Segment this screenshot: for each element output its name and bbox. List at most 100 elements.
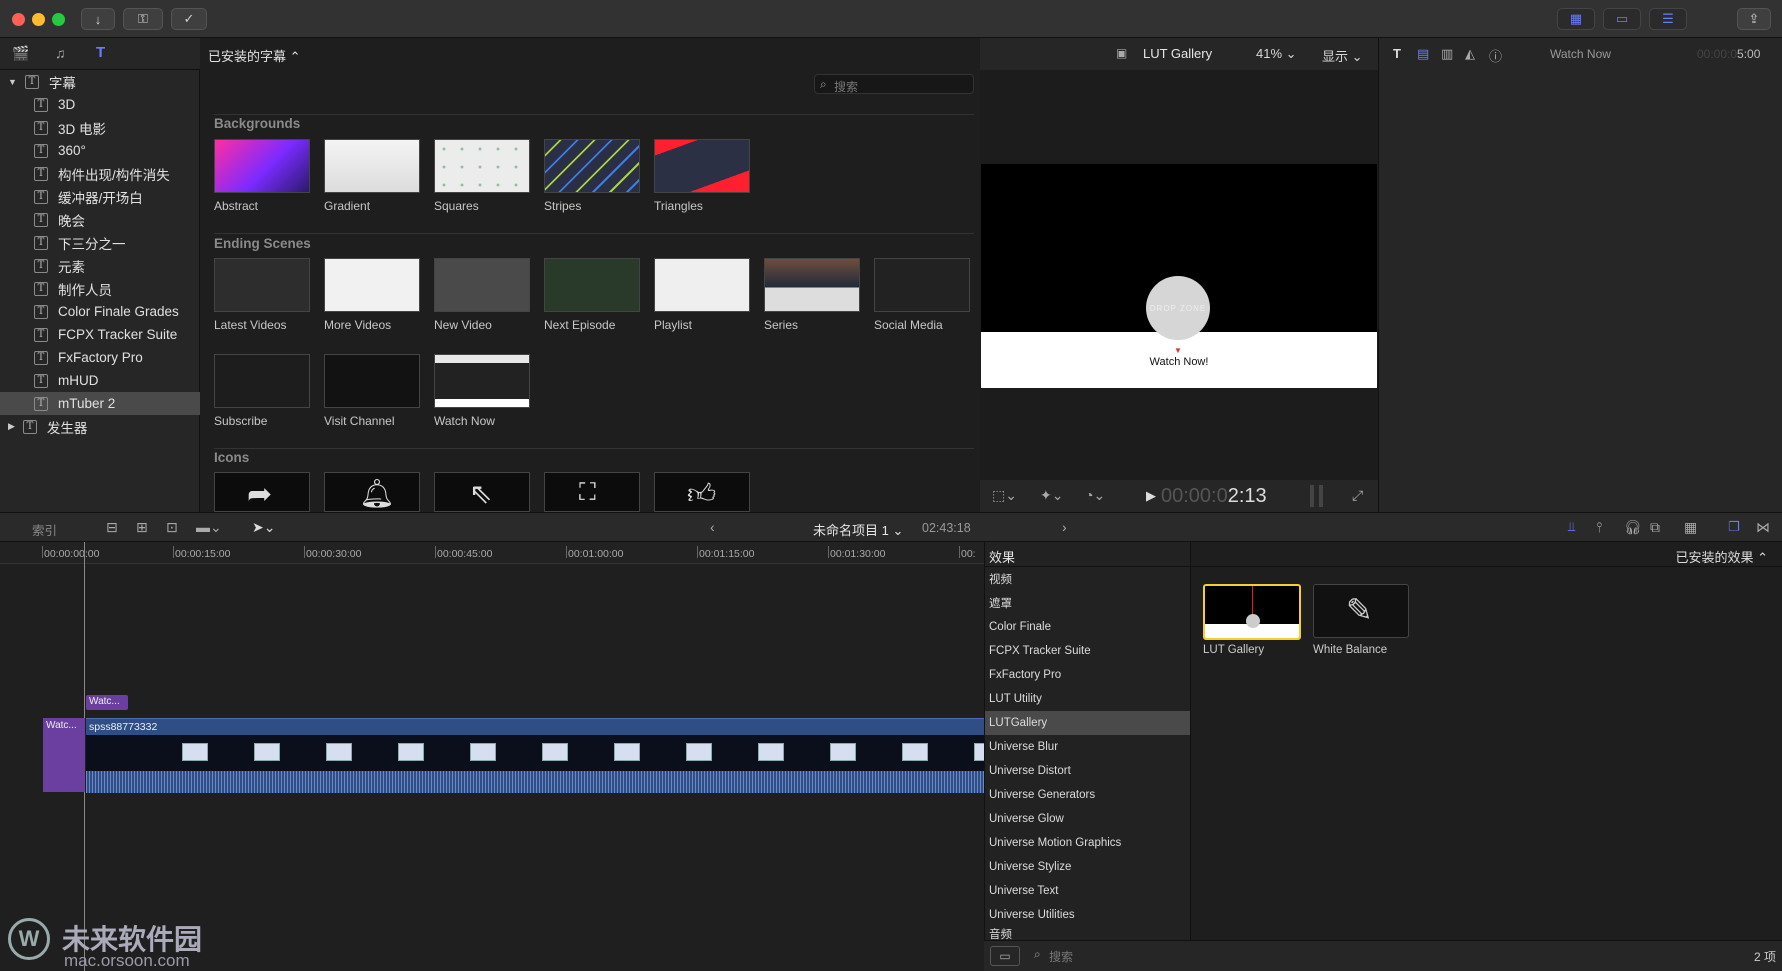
forward-arrow-icon[interactable]: › <box>1062 519 1067 535</box>
transitions-icon[interactable]: ⋈ <box>1756 519 1770 536</box>
timeline-ruler[interactable]: 00:00:00:00 00:00:15:00 00:00:30:00 00:00:4… <box>0 542 984 564</box>
photos-audio-icon[interactable]: ♫ <box>55 45 66 61</box>
effects-category-item[interactable]: Color Finale <box>985 615 1191 639</box>
effects-category-item[interactable]: 视频 <box>985 567 1191 591</box>
view-menu[interactable]: 显示 ⌄ <box>1322 46 1363 65</box>
play-icon[interactable]: ▶ <box>1146 488 1156 504</box>
video-inspector-icon[interactable]: ▥ <box>1441 46 1453 62</box>
select-tool-icon[interactable]: ➤⌄ <box>252 519 275 536</box>
title-thumbnail[interactable] <box>434 258 530 312</box>
effects-category-item[interactable]: Universe Generators <box>985 783 1191 807</box>
info-icon[interactable]: ⓘ <box>1489 46 1502 65</box>
share-button[interactable]: ⇪ <box>1737 8 1771 30</box>
keyword-button[interactable]: ⚿ <box>123 8 163 30</box>
title-thumbnail[interactable] <box>214 258 310 312</box>
icon-thumb[interactable]: 🔔︎ <box>324 472 420 512</box>
insert-clip-icon[interactable]: ⊞ <box>136 519 148 536</box>
timeline[interactable]: 00:00:00:00 00:00:15:00 00:00:30:00 00:00:4… <box>0 542 1144 971</box>
clip-appearance-icon[interactable]: ▦ <box>1684 519 1697 536</box>
title-thumbnail[interactable] <box>764 258 860 312</box>
import-button[interactable]: ↓ <box>81 8 115 30</box>
sidebar-item[interactable]: T 制作人员 <box>0 277 200 300</box>
installed-effects-menu[interactable]: 已安装的效果 ⌃ <box>1675 547 1768 566</box>
sidebar-item[interactable]: T 缓冲器/开场白 <box>0 185 200 208</box>
zoom-window-button[interactable] <box>52 13 65 26</box>
disclosure-closed-icon[interactable]: ▶ <box>8 421 15 432</box>
title-thumbnail[interactable] <box>544 258 640 312</box>
sidebar-item[interactable]: T 构件出现/构件消失 <box>0 162 200 185</box>
drop-zone[interactable]: DROP ZONE <box>1146 276 1210 340</box>
skimming-icon[interactable]: ⫯ <box>1596 519 1602 536</box>
title-thumbnail[interactable] <box>544 139 640 193</box>
effects-category-item[interactable]: Universe Distort <box>985 759 1191 783</box>
effects-category-item[interactable]: Universe Glow <box>985 807 1191 831</box>
sidebar-item[interactable]: ▶ T 发生器 <box>0 415 200 438</box>
icon-thumb[interactable]: 👍︎ <box>654 472 750 512</box>
index-button[interactable]: 索引 <box>32 520 57 539</box>
title-inspector-icon[interactable]: T <box>1393 46 1401 61</box>
effects-category-item[interactable]: Universe Motion Graphics <box>985 831 1191 855</box>
effects-browser-icon[interactable]: ❐ <box>1728 519 1740 535</box>
viewer[interactable]: DROP ZONE ▼ Watch Now! <box>980 70 1378 480</box>
sidebar-item[interactable]: T Color Finale Grades <box>0 300 200 323</box>
connect-clip-icon[interactable]: ⊟ <box>106 519 118 536</box>
sidebar-item[interactable]: TmTuber 2 <box>0 392 200 415</box>
zoom-menu[interactable]: 41% ⌄ <box>1256 46 1297 62</box>
title-thumbnail[interactable] <box>434 139 530 193</box>
sidebar-item[interactable]: T 3D <box>0 93 200 116</box>
minimize-window-button[interactable] <box>32 13 45 26</box>
title-thumbnail[interactable] <box>874 258 970 312</box>
color-inspector-icon[interactable]: ◭ <box>1465 46 1475 62</box>
sidebar-item[interactable]: TmHUD <box>0 369 200 392</box>
effect-thumb-white-balance[interactable]: ✎ <box>1313 584 1409 638</box>
title-thumbnail[interactable] <box>654 258 750 312</box>
sidebar-item[interactable]: T 3D 电影 <box>0 116 200 139</box>
title-thumbnail[interactable] <box>654 139 750 193</box>
sidebar-item[interactable]: ▼ T 字幕 <box>0 70 200 93</box>
inspector-view-button[interactable]: ☰ <box>1649 8 1687 30</box>
icon-thumb[interactable]: ➦ <box>214 472 310 512</box>
sidebar-item[interactable]: T FCPX Tracker Suite <box>0 323 200 346</box>
snapping-icon[interactable]: ⧉ <box>1650 519 1660 536</box>
icon-thumb[interactable]: ⛶ <box>544 472 640 512</box>
title-thumbnail[interactable] <box>434 354 530 408</box>
effects-search-field[interactable]: 搜索 <box>1049 948 1073 965</box>
background-tasks-button[interactable]: ✓ <box>171 8 207 30</box>
text-inspector-icon[interactable]: ▤ <box>1417 46 1429 62</box>
title-thumbnail[interactable] <box>324 258 420 312</box>
effects-category-item[interactable]: 音频 <box>985 927 1191 941</box>
sidebar-item[interactable]: T 元素 <box>0 254 200 277</box>
sidebar-item[interactable]: T 360° <box>0 139 200 162</box>
library-title-menu[interactable]: 已安装的字幕 ⌃ <box>208 46 301 65</box>
titles-generators-icon[interactable]: T <box>96 44 105 61</box>
title-thumbnail[interactable] <box>214 354 310 408</box>
effect-thumb-lut-gallery[interactable] <box>1203 584 1301 640</box>
browser-view-button[interactable]: ▦ <box>1557 8 1595 30</box>
connected-title-clip[interactable]: Watc... <box>43 718 85 792</box>
overwrite-clip-icon[interactable]: ▬⌄ <box>196 519 222 536</box>
effects-category-item[interactable]: FCPX Tracker Suite <box>985 639 1191 663</box>
fullscreen-icon[interactable]: ⤢ <box>1352 487 1363 504</box>
audio-skimming-icon[interactable]: ⫫ <box>1568 519 1575 535</box>
close-window-button[interactable] <box>12 13 25 26</box>
append-clip-icon[interactable]: ⊡ <box>166 519 178 536</box>
title-thumbnail[interactable] <box>214 139 310 193</box>
sidebar-item[interactable]: T FxFactory Pro <box>0 346 200 369</box>
title-clip[interactable]: Watc... <box>86 695 128 710</box>
effects-category-item[interactable]: LUTGallery <box>985 711 1191 735</box>
back-arrow-icon[interactable]: ‹ <box>710 519 715 535</box>
title-thumbnail[interactable] <box>324 139 420 193</box>
enhance-icon[interactable]: ✦⌄ <box>1040 487 1063 504</box>
effects-category-item[interactable]: Universe Blur <box>985 735 1191 759</box>
transform-icon[interactable]: ⬚⌄ <box>992 487 1017 504</box>
timeline-view-button[interactable]: ▭ <box>1603 8 1641 30</box>
browser-search-field[interactable]: ⌕ 搜索 <box>814 74 974 94</box>
sidebar-item[interactable]: T 下三分之一 <box>0 231 200 254</box>
effects-category-item[interactable]: Universe Text <box>985 879 1191 903</box>
headphones-icon[interactable]: 🎧︎ <box>1624 519 1642 536</box>
title-thumbnail[interactable] <box>324 354 420 408</box>
clapper-icon[interactable]: 🎬 <box>12 45 29 62</box>
icon-thumb[interactable]: ⇖ <box>434 472 530 512</box>
effects-category-item[interactable]: 遮罩 <box>985 591 1191 615</box>
project-menu[interactable]: 未命名项目 1 ⌄ <box>813 520 903 539</box>
